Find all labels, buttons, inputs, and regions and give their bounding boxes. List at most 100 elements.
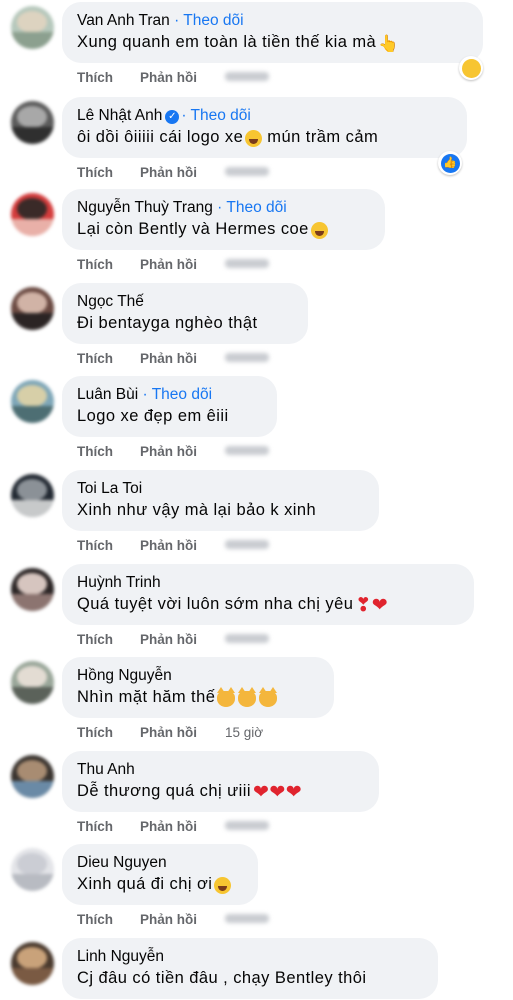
comment-text: Quá tuyệt vời luôn sớm nha chị yêu ❣❤ bbox=[77, 593, 460, 617]
reply-button[interactable]: Phản hồi bbox=[140, 819, 225, 834]
comment-body-continued: mún trầm cảm bbox=[262, 128, 379, 146]
comment-actions: Thích Phản hồi bbox=[77, 351, 269, 366]
avatar[interactable] bbox=[11, 755, 54, 798]
avatar[interactable] bbox=[11, 287, 54, 330]
emoji-icon: ❣❤ bbox=[355, 595, 389, 616]
comment-text: ôi dồi ôiiiii cái logo xe mún trầm cảm bbox=[77, 126, 453, 150]
like-reaction-icon[interactable]: 👍 bbox=[438, 151, 462, 175]
comment-body: Quá tuyệt vời luôn sớm nha chị yêu bbox=[77, 595, 354, 613]
reply-button[interactable]: Phản hồi bbox=[140, 444, 225, 459]
comment-item: Nguyễn Thuỳ Trang · Theo dõi Lại còn Bent… bbox=[0, 187, 513, 281]
comment-text: Nhìn mặt hăm thế bbox=[77, 686, 320, 710]
reply-button[interactable]: Phản hồi bbox=[140, 538, 225, 553]
comment-header: Thu Anh bbox=[77, 759, 365, 780]
commenter-name[interactable]: Lê Nhật Anh bbox=[77, 107, 162, 124]
comment-actions: Thích Phản hồi bbox=[77, 165, 269, 180]
like-button[interactable]: Thích bbox=[77, 912, 140, 927]
like-button[interactable]: Thích bbox=[77, 725, 140, 740]
reply-button[interactable]: Phản hồi bbox=[140, 257, 225, 272]
avatar[interactable] bbox=[11, 848, 54, 891]
blurred-timestamp bbox=[225, 72, 269, 81]
reply-button[interactable]: Phản hồi bbox=[140, 70, 225, 85]
comment-item: Dieu Nguyen Xinh quá đi chị ơi Thích Phản h… bbox=[0, 842, 513, 936]
comment-text: Đi bentayga nghèo thật bbox=[77, 312, 294, 334]
commenter-name[interactable]: Huỳnh Trinh bbox=[77, 574, 161, 591]
comment-header: Luân Bùi · Theo dõi bbox=[77, 384, 263, 405]
comment-text: Logo xe đẹp em êiii bbox=[77, 405, 263, 427]
reply-button[interactable]: Phản hồi bbox=[140, 725, 225, 740]
avatar[interactable] bbox=[11, 474, 54, 517]
commenter-name[interactable]: Toi La Toi bbox=[77, 480, 142, 497]
comment-text: Cj đâu có tiền đâu , chạy Bentley thôi bbox=[77, 967, 424, 989]
comment-bubble: Lê Nhật Anh ✓ · Theo dõi ôi dồi ôiiiii cái … bbox=[62, 97, 467, 158]
blurred-timestamp bbox=[225, 446, 269, 455]
comment-timestamp[interactable]: 15 giờ bbox=[225, 725, 263, 740]
commenter-name[interactable]: Nguyễn Thuỳ Trang bbox=[77, 199, 213, 216]
comment-item: Lê Nhật Anh ✓ · Theo dõi ôi dồi ôiiiii cái … bbox=[0, 95, 513, 189]
follow-button[interactable]: Theo dõi bbox=[191, 107, 251, 124]
comment-actions: Thích Phản hồi bbox=[77, 912, 269, 927]
blurred-timestamp bbox=[225, 540, 269, 549]
like-button[interactable]: Thích bbox=[77, 444, 140, 459]
emoji-icon: 👆 bbox=[378, 35, 400, 53]
comment-text: Xung quanh em toàn là tiền thế kia mà 👆 bbox=[77, 31, 469, 55]
comment-bubble: Linh Nguyễn Cj đâu có tiền đâu , chạy Ben… bbox=[62, 938, 438, 999]
comment-actions: Thích Phản hồi bbox=[77, 257, 269, 272]
like-button[interactable]: Thích bbox=[77, 819, 140, 834]
avatar[interactable] bbox=[11, 6, 54, 49]
reply-button[interactable]: Phản hồi bbox=[140, 351, 225, 366]
avatar[interactable] bbox=[11, 568, 54, 611]
comment-item: Luân Bùi · Theo dõi Logo xe đẹp em êiii Th… bbox=[0, 374, 513, 468]
like-button[interactable]: Thích bbox=[77, 632, 140, 647]
blurred-timestamp bbox=[225, 634, 269, 643]
reply-button[interactable]: Phản hồi bbox=[140, 632, 225, 647]
comment-header: Linh Nguyễn bbox=[77, 946, 424, 967]
separator-dot: · bbox=[181, 107, 191, 124]
comment-item: Van Anh Tran · Theo dõi Xung quanh em toà… bbox=[0, 0, 513, 94]
commenter-name[interactable]: Luân Bùi bbox=[77, 386, 138, 403]
avatar[interactable] bbox=[11, 101, 54, 144]
comment-item: Ngọc Thế Đi bentayga nghèo thật Thích Phản … bbox=[0, 281, 513, 375]
like-button[interactable]: Thích bbox=[77, 70, 140, 85]
comment-actions: Thích Phản hồi bbox=[77, 444, 269, 459]
follow-button[interactable]: Theo dõi bbox=[152, 386, 212, 403]
avatar[interactable] bbox=[11, 380, 54, 423]
separator-dot: · bbox=[212, 199, 227, 216]
emoji-icon bbox=[214, 875, 232, 897]
comment-header: Ngọc Thế bbox=[77, 291, 294, 312]
follow-button[interactable]: Theo dõi bbox=[183, 12, 243, 29]
comment-item: Toi La Toi Xinh như vậy mà lại bảo k xinh… bbox=[0, 468, 513, 562]
like-button[interactable]: Thích bbox=[77, 538, 140, 553]
commenter-name[interactable]: Ngọc Thế bbox=[77, 293, 144, 310]
commenter-name[interactable]: Hồng Nguyễn bbox=[77, 667, 172, 684]
comment-bubble: Van Anh Tran · Theo dõi Xung quanh em toà… bbox=[62, 2, 483, 63]
commenter-name[interactable]: Van Anh Tran bbox=[77, 12, 170, 29]
reply-button[interactable]: Phản hồi bbox=[140, 165, 225, 180]
comment-body: Dễ thương quá chị ưiii bbox=[77, 782, 251, 800]
avatar[interactable] bbox=[11, 193, 54, 236]
like-button[interactable]: Thích bbox=[77, 351, 140, 366]
comment-bubble: Thu Anh Dễ thương quá chị ưiii ❤❤❤ bbox=[62, 751, 379, 812]
avatar[interactable] bbox=[11, 661, 54, 704]
emoji-icon bbox=[245, 128, 263, 150]
commenter-name[interactable]: Thu Anh bbox=[77, 761, 135, 778]
emoji-icon bbox=[310, 220, 328, 242]
like-button[interactable]: Thích bbox=[77, 165, 140, 180]
comment-body: Cj đâu có tiền đâu , chạy Bentley thôi bbox=[77, 969, 367, 987]
comment-body: Nhìn mặt hăm thế bbox=[77, 688, 216, 706]
commenter-name[interactable]: Dieu Nguyen bbox=[77, 854, 167, 871]
avatar[interactable] bbox=[11, 942, 54, 985]
comment-header: Toi La Toi bbox=[77, 478, 365, 499]
comment-body: Logo xe đẹp em êiii bbox=[77, 407, 229, 425]
follow-button[interactable]: Theo dõi bbox=[226, 199, 286, 216]
comment-bubble: Luân Bùi · Theo dõi Logo xe đẹp em êiii bbox=[62, 376, 277, 437]
like-button[interactable]: Thích bbox=[77, 257, 140, 272]
emoji-icon: ❤❤❤ bbox=[252, 782, 303, 803]
comment-header: Hồng Nguyễn bbox=[77, 665, 320, 686]
blurred-timestamp bbox=[225, 259, 269, 268]
commenter-name[interactable]: Linh Nguyễn bbox=[77, 948, 164, 965]
reply-button[interactable]: Phản hồi bbox=[140, 912, 225, 927]
comment-item: Hồng Nguyễn Nhìn mặt hăm thế Thích Phản hồi… bbox=[0, 655, 513, 749]
haha-reaction-icon[interactable] bbox=[459, 56, 483, 80]
comment-text: Xinh quá đi chị ơi bbox=[77, 873, 244, 897]
